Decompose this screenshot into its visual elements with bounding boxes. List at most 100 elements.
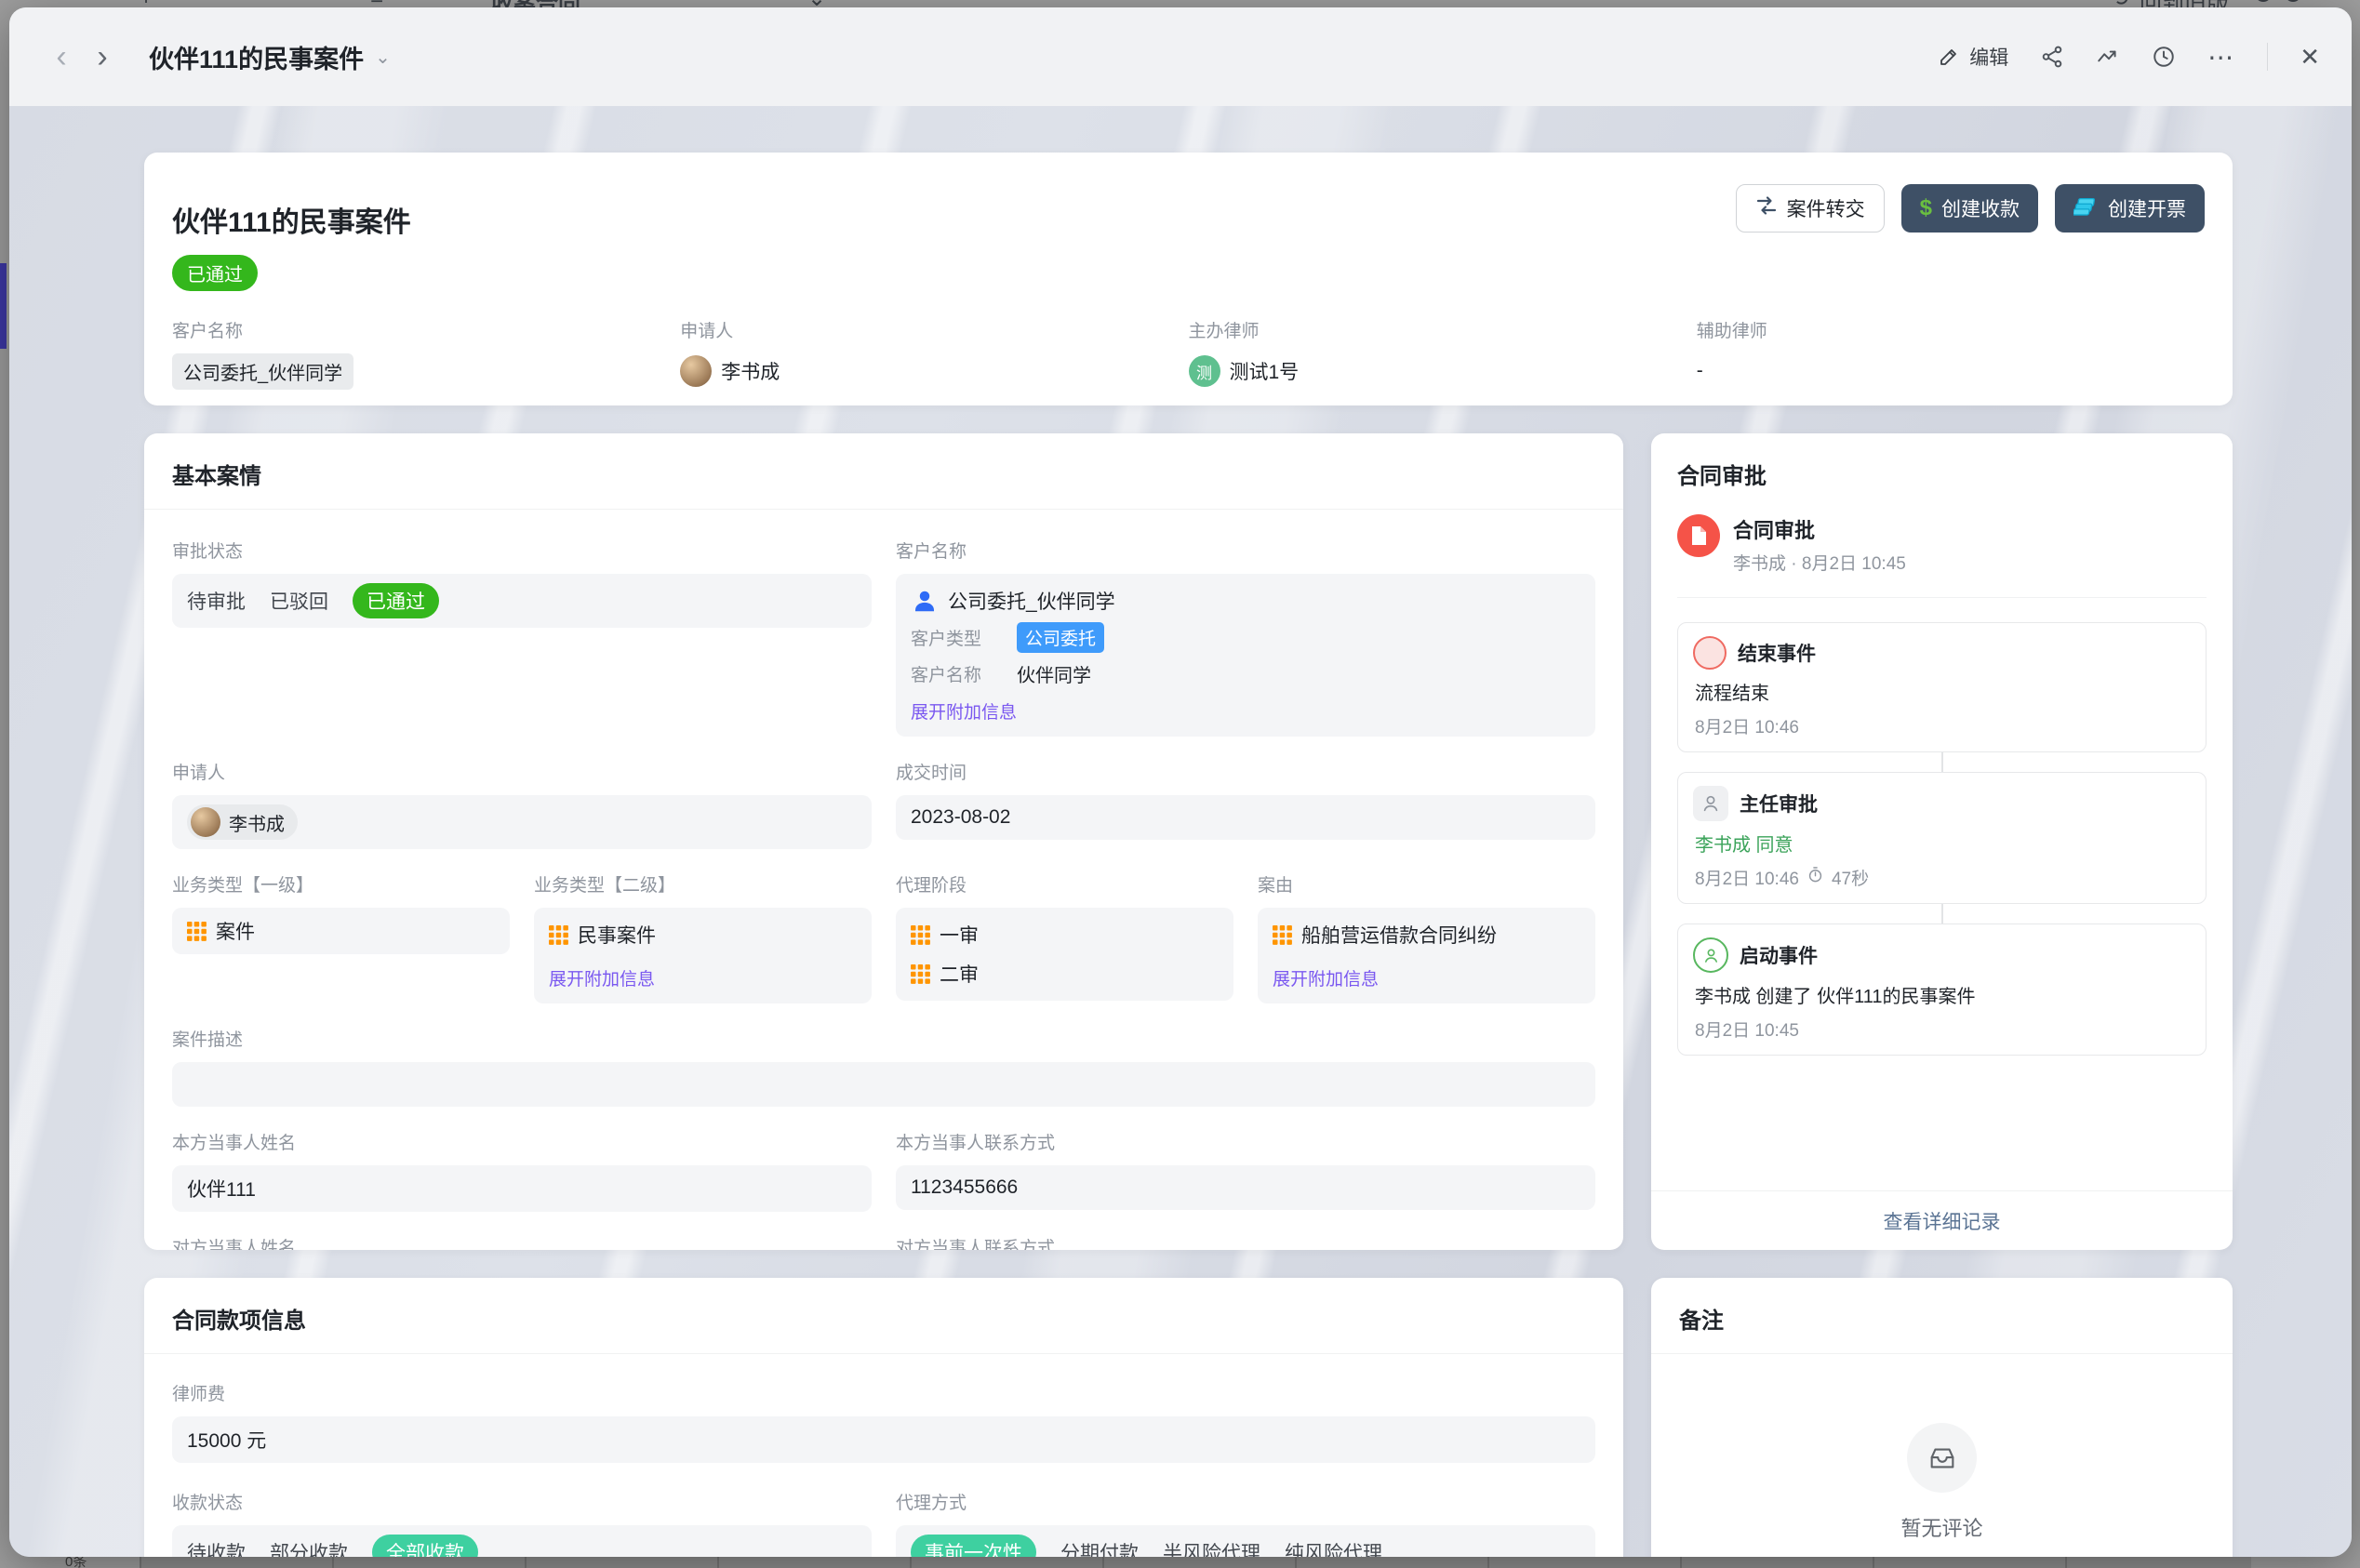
- option-pure-risk[interactable]: 纯风险代理: [1285, 1538, 1382, 1557]
- approval-status-box[interactable]: 待审批 已驳回 已通过: [172, 574, 872, 628]
- applicant-box[interactable]: 李书成: [172, 795, 872, 849]
- approval-flow-item[interactable]: 合同审批 李书成 · 8月2日 10:45: [1677, 514, 2207, 575]
- modal-topbar: ‹ › 伙伴111的民事案件 ⌄ 编辑: [9, 7, 2352, 106]
- flow-meta: 李书成 · 8月2日 10:45: [1733, 550, 1906, 575]
- field-label: 案件描述: [172, 1026, 1595, 1051]
- automation-button[interactable]: [2096, 45, 2120, 69]
- view-detail-log-link[interactable]: 查看详细记录: [1651, 1190, 2233, 1250]
- empty-inbox-icon: [1907, 1423, 1977, 1493]
- applicant-name: 李书成: [721, 357, 780, 385]
- clock-icon: [2152, 45, 2176, 69]
- status-badge: 已通过: [172, 255, 258, 291]
- field-label: 审批状态: [172, 538, 872, 563]
- edit-label: 编辑: [1969, 43, 2008, 71]
- next-record-button[interactable]: ›: [82, 36, 123, 77]
- record-header-card: 案件转交 $ 创建收款: [144, 153, 2233, 405]
- grid-icon: [1273, 925, 1292, 945]
- client-detail-box[interactable]: 公司委托_伙伴同学 客户类型 公司委托 客户名称 伙伴同学: [896, 574, 1595, 737]
- client-detail-name: 公司委托_伙伴同学: [948, 587, 1115, 615]
- option-rejected[interactable]: 已驳回: [270, 587, 328, 615]
- start-event-person-icon: [1693, 937, 1728, 973]
- more-button[interactable]: ⋯: [2207, 42, 2235, 73]
- case-description-box[interactable]: [172, 1062, 1595, 1107]
- notes-card: 备注 暂无评论: [1651, 1278, 2233, 1557]
- client-name-label: 客户名称: [911, 661, 996, 686]
- field-other-party-contact: 对方当事人联系方式: [896, 1234, 1595, 1250]
- field-label: 成交时间: [896, 759, 1595, 784]
- timeline-title: 主任审批: [1740, 790, 1818, 817]
- agent-stage-value: 二审: [940, 960, 979, 988]
- option-partial-payment[interactable]: 部分收款: [270, 1538, 348, 1557]
- create-receipt-label: 创建收款: [1941, 194, 2020, 222]
- field-label: 本方当事人姓名: [172, 1129, 872, 1154]
- agent-mode-box[interactable]: 事前一次性 分期付款 半风险代理 纯风险代理: [896, 1525, 1595, 1557]
- basic-card-title: 基本案情: [172, 464, 261, 489]
- expand-extra-info-link[interactable]: 展开附加信息: [911, 698, 1017, 724]
- background-legacy-link: 回到旧版: [2140, 0, 2229, 7]
- field-client-detail: 客户名称 公司委托_伙伴同学: [896, 538, 1595, 737]
- expand-extra-info-link[interactable]: 展开附加信息: [549, 965, 655, 990]
- field-label: 客户名称: [896, 538, 1595, 563]
- applicant-avatar: [680, 355, 712, 387]
- background-avatar: [2255, 0, 2272, 2]
- option-installments[interactable]: 分期付款: [1060, 1538, 1139, 1557]
- option-paid-in-full-selected[interactable]: 全部收款: [372, 1535, 478, 1557]
- option-approved-selected[interactable]: 已通过: [353, 583, 439, 618]
- approver-person-icon: [1693, 786, 1728, 821]
- background-table-strip: [140, 1557, 2251, 1568]
- receipt-status-box[interactable]: 待收款 部分收款 全部收款: [172, 1525, 872, 1557]
- cause-value: 船舶营运借款合同纠纷: [1301, 921, 1497, 949]
- edit-button[interactable]: 编辑: [1938, 43, 2008, 71]
- timeline-time: 8月2日 10:46: [1695, 713, 1799, 738]
- close-button[interactable]: ✕: [2300, 43, 2320, 72]
- field-applicant: 申请人 李书成: [680, 317, 1188, 390]
- notes-card-title: 备注: [1679, 1309, 1724, 1334]
- deal-date-box[interactable]: 2023-08-02: [896, 795, 1595, 840]
- client-tag[interactable]: 公司委托_伙伴同学: [172, 353, 353, 390]
- option-semi-risk[interactable]: 半风险代理: [1163, 1538, 1260, 1557]
- prev-record-button[interactable]: ‹: [41, 36, 82, 77]
- grid-icon: [187, 922, 207, 941]
- background-menu-icon: ≡: [370, 0, 383, 7]
- biz-level1-box[interactable]: 案件: [172, 908, 510, 954]
- contract-payment-card: 合同款项信息 律师费 15000 元 收款状态: [144, 1278, 1623, 1557]
- case-transfer-label: 案件转交: [1787, 194, 1865, 222]
- grid-icon: [911, 964, 930, 984]
- modal-title: 伙伴111的民事案件: [149, 39, 364, 75]
- lead-lawyer-avatar: 测: [1189, 355, 1220, 387]
- our-party-contact-box[interactable]: 1123455666: [896, 1165, 1595, 1210]
- expand-extra-info-link[interactable]: 展开附加信息: [1273, 965, 1379, 990]
- case-transfer-button[interactable]: 案件转交: [1736, 184, 1885, 233]
- create-receipt-button[interactable]: $ 创建收款: [1901, 184, 2038, 233]
- option-upfront-selected[interactable]: 事前一次性: [911, 1535, 1036, 1557]
- title-chevron-icon[interactable]: ⌄: [375, 46, 391, 69]
- our-party-name-value: 伙伴111: [187, 1175, 256, 1203]
- history-button[interactable]: [2152, 45, 2176, 69]
- field-label: 业务类型【一级】: [172, 871, 510, 897]
- field-label: 申请人: [172, 759, 872, 784]
- field-applicant-basic: 申请人 李书成: [172, 759, 872, 849]
- applicant-avatar: [191, 807, 220, 837]
- field-label: 代理阶段: [896, 871, 1233, 897]
- field-label: 主办律师: [1189, 317, 1697, 342]
- field-label: 辅助律师: [1697, 317, 2205, 342]
- field-agent-mode: 代理方式 事前一次性 分期付款 半风险代理 纯风险代理: [896, 1489, 1595, 1557]
- cause-box[interactable]: 船舶营运借款合同纠纷 展开附加信息: [1258, 908, 1595, 1003]
- approval-card-title: 合同审批: [1677, 458, 2207, 490]
- background-add-tab-icon: +: [140, 0, 153, 7]
- share-button[interactable]: [2040, 45, 2064, 69]
- contract-approval-card: 合同审批 合同审批 李书成 · 8月2日 10:45: [1651, 433, 2233, 1250]
- field-cause: 案由: [1258, 871, 1595, 1003]
- agent-stage-box[interactable]: 一审: [896, 908, 1233, 1001]
- timeline-connector: [1941, 904, 1943, 924]
- lawyer-fee-box[interactable]: 15000 元: [172, 1416, 1595, 1463]
- biz-level2-box[interactable]: 民事案件 展开附加信息: [534, 908, 872, 1003]
- option-pending[interactable]: 待审批: [187, 587, 246, 615]
- our-party-name-box[interactable]: 伙伴111: [172, 1165, 872, 1212]
- background-tab-label: 收案合同: [491, 0, 580, 7]
- flow-title: 合同审批: [1733, 514, 1906, 544]
- create-invoice-button[interactable]: 创建开票: [2055, 184, 2205, 233]
- option-awaiting-payment[interactable]: 待收款: [187, 1538, 246, 1557]
- field-label: 案由: [1258, 871, 1595, 897]
- field-biz-level1: 业务类型【一级】: [172, 871, 510, 954]
